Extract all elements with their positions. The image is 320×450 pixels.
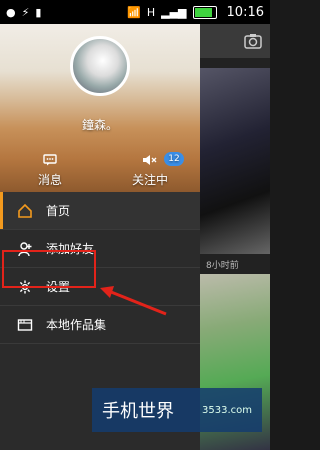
status-bar: ● ⚡ ▮ 📶 H ▂▄▆ 10:16 <box>0 0 270 24</box>
messages-button[interactable]: 消息 <box>0 150 100 192</box>
feed-timestamp: 8小时前 <box>206 261 239 271</box>
following-button[interactable]: 12 关注中 <box>100 150 200 192</box>
settings-highlight-box <box>2 250 96 288</box>
feed-topbar <box>200 24 270 58</box>
navigation-drawer: 鐘森。 消息 12 关注中 首页 添加好友 设置 本地作品集 <box>0 24 200 450</box>
annotation-arrow <box>100 286 167 316</box>
following-label: 关注中 <box>131 173 168 187</box>
following-badge: 12 <box>164 152 184 166</box>
battery-icon <box>192 5 217 19</box>
menu-item-label: 首页 <box>46 204 71 218</box>
message-icon <box>43 154 57 169</box>
menu-item-label: 本地作品集 <box>46 318 107 332</box>
clock: 10:16 <box>226 4 264 20</box>
messages-label: 消息 <box>37 173 62 187</box>
username: 鐘森。 <box>81 118 118 132</box>
avatar[interactable] <box>70 36 130 96</box>
folder-icon <box>16 317 34 333</box>
app-notification-icon: ● <box>6 5 16 19</box>
header-actions: 消息 12 关注中 <box>0 150 200 192</box>
profile-header: 鐘森。 消息 12 关注中 <box>0 24 200 192</box>
usb-icon: ⚡ <box>21 5 30 19</box>
feed-behind-drawer: 8小时前 <box>200 24 270 450</box>
watermark-subtitle: 3533.com <box>202 404 252 416</box>
site-watermark: 手机世界 3533.com <box>92 388 262 432</box>
home-icon <box>16 203 34 219</box>
signal-icon: ▂▄▆ <box>161 5 187 19</box>
feed-photo[interactable] <box>200 68 270 254</box>
wifi-icon: 📶 <box>127 5 141 19</box>
watermark-title: 手机世界 <box>102 401 174 422</box>
sd-card-icon: ▮ <box>35 5 42 19</box>
network-type-icon: H <box>146 5 156 19</box>
camera-icon[interactable] <box>244 33 262 49</box>
bell-icon <box>142 154 158 169</box>
menu-item-home[interactable]: 首页 <box>0 192 200 230</box>
